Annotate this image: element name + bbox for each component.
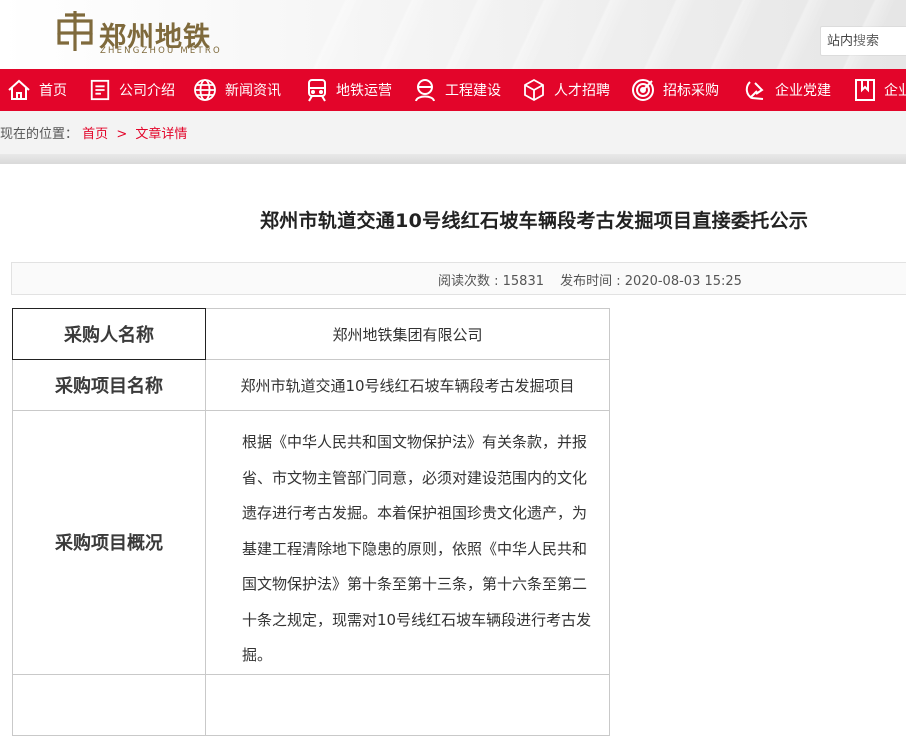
nav-item-home[interactable]: 首页 — [7, 69, 67, 111]
nav-label: 公司介绍 — [119, 83, 175, 99]
breadcrumb-home-link[interactable]: 首页 — [82, 127, 108, 142]
site-search-input[interactable] — [820, 26, 906, 56]
breadcrumb-prefix: 现在的位置： — [0, 127, 79, 142]
breadcrumb-current-link[interactable]: 文章详情 — [135, 127, 187, 142]
table-row: 采购项目名称 郑州市轨道交通10号线红石坡车辆段考古发掘项目 — [12, 359, 610, 411]
row-value-purchaser: 郑州地铁集团有限公司 — [205, 308, 610, 360]
nav-label: 工程建设 — [445, 83, 501, 99]
nav-item-procurement[interactable]: 招标采购 — [631, 69, 719, 111]
brand-name-en: ZHENGZHOU METRO — [100, 46, 222, 56]
nav-item-party[interactable]: 企业党建 — [743, 69, 831, 111]
globe-icon — [194, 79, 216, 101]
project-overview-text: 根据《中华人民共和国文物保护法》有关条款，并报省、市文物主管部门同意，必须对建设… — [242, 433, 592, 664]
nav-item-news[interactable]: 新闻资讯 — [193, 69, 281, 111]
nav-item-recruitment[interactable]: 人才招聘 — [522, 69, 610, 111]
nav-label: 地铁运营 — [336, 83, 392, 99]
nav-item-enterprise[interactable]: 企业 — [854, 69, 906, 111]
main-nav: 首页 公司介绍 新闻资讯 地铁运营 工程建设 人才招聘 招标采购 企业党建 企业 — [0, 69, 906, 111]
breadcrumb: 现在的位置： 首页 > 文章详情 — [0, 123, 187, 142]
book-icon — [855, 79, 875, 101]
nav-item-company[interactable]: 公司介绍 — [89, 69, 175, 111]
cube-icon — [524, 78, 544, 102]
procurement-info-table: 采购人名称 郑州地铁集团有限公司 采购项目名称 郑州市轨道交通10号线红石坡车辆… — [12, 308, 610, 736]
site-logo[interactable]: 郑州地铁 ZHENGZHOU METRO — [55, 9, 255, 59]
train-icon — [308, 79, 326, 102]
site-header: 郑州地铁 ZHENGZHOU METRO — [0, 0, 906, 69]
worker-icon — [415, 79, 435, 102]
nav-label: 首页 — [39, 83, 67, 99]
nav-item-construction[interactable]: 工程建设 — [413, 69, 501, 111]
row-label-project-name: 采购项目名称 — [12, 359, 206, 411]
target-icon — [632, 79, 654, 101]
breadcrumb-separator: > — [116, 127, 128, 142]
metro-logo-icon — [57, 11, 93, 51]
nav-label: 人才招聘 — [554, 83, 610, 99]
read-count: 阅读次数 : 15831 — [438, 274, 544, 289]
article-title: 郑州市轨道交通10号线红石坡车辆段考古发掘项目直接委托公示 — [260, 210, 809, 232]
table-row: 采购项目概况 根据《中华人民共和国文物保护法》有关条款，并报省、市文物主管部门同… — [12, 410, 610, 675]
home-icon — [8, 79, 30, 100]
row-value-project-overview-cell: 根据《中华人民共和国文物保护法》有关条款，并报省、市文物主管部门同意，必须对建设… — [205, 410, 610, 675]
row-label-project-overview: 采购项目概况 — [12, 410, 206, 675]
row-value-next — [205, 673, 610, 736]
nav-label: 企业党建 — [775, 83, 831, 99]
row-label-next — [12, 673, 206, 736]
nav-item-operation[interactable]: 地铁运营 — [306, 69, 392, 111]
article-meta: 阅读次数 : 15831 发布时间 : 2020-08-03 15:25 — [438, 270, 742, 289]
table-row — [12, 673, 610, 736]
breadcrumb-bar: 现在的位置： 首页 > 文章详情 — [0, 111, 906, 154]
party-emblem-icon — [745, 81, 764, 100]
nav-label: 招标采购 — [663, 83, 719, 99]
row-label-purchaser: 采购人名称 — [12, 308, 206, 360]
nav-label: 新闻资讯 — [225, 83, 281, 99]
company-icon — [90, 79, 110, 101]
table-row: 采购人名称 郑州地铁集团有限公司 — [12, 308, 610, 360]
publish-time: 发布时间 : 2020-08-03 15:25 — [560, 274, 742, 289]
section-divider — [0, 154, 906, 164]
nav-label: 企业 — [884, 83, 906, 99]
row-value-project-name: 郑州市轨道交通10号线红石坡车辆段考古发掘项目 — [205, 359, 610, 411]
